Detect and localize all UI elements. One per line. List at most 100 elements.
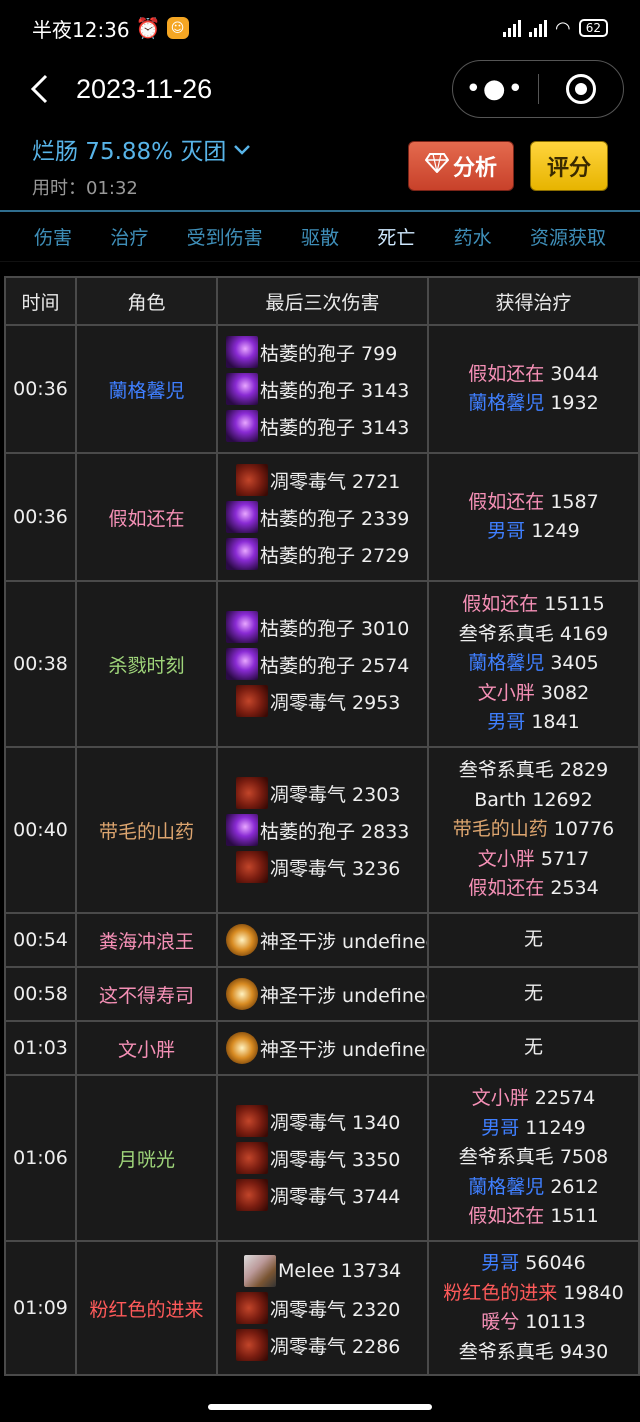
damage-entry: 枯萎的孢子 2339 [226,499,426,536]
heals-cell: 男哥 56046 粉红色的进来 19840 暖兮 10113 叁爷系真毛 9430 [427,1240,640,1376]
damage-text: Melee 13734 [278,1260,402,1282]
fight-duration: 用时：01:32 [32,174,250,200]
column-header-heals: 获得治疗 [427,276,640,326]
damage-entry: 凋零毒气 2303 [226,775,426,812]
healer-name: 男哥 [481,1116,520,1139]
damage-text: 凋零毒气 3744 [270,1185,401,1208]
poison-icon [236,1142,268,1174]
table-row[interactable]: 00:54 粪海冲浪王 神圣干涉 undefined 无 [4,912,640,968]
role-name[interactable]: 假如还在 [75,452,218,582]
heal-value: 3405 [550,652,599,675]
healer-name: 叁爷系真毛 [458,1146,554,1169]
heal-value: 2534 [550,877,599,900]
table-row[interactable]: 00:58 这不得寿司 神圣干涉 undefined 无 [4,966,640,1022]
no-heals-text: 无 [523,1036,543,1059]
role-name[interactable]: 这不得寿司 [75,966,218,1022]
role-name[interactable]: 粪海冲浪王 [75,912,218,968]
last-damage-cell: 神圣干涉 undefined [216,1020,429,1076]
role-name[interactable]: 粉红色的进来 [75,1240,218,1376]
healer-name: 假如还在 [468,1205,545,1228]
tab-healing[interactable]: 治疗 [110,223,148,250]
last-damage-cell: 凋零毒气 2721 枯萎的孢子 2339 枯萎的孢子 2729 [216,452,429,582]
fight-title: 烂肠 75.88% 灭团 [32,139,227,165]
holy-icon [226,978,258,1010]
spore-icon [226,611,258,643]
alarm-clock-icon: ⏰ [135,16,161,40]
nav-bar: 2023-11-26 •●• [0,56,640,122]
healer-name: 文小胖 [477,847,535,870]
tab-damage-taken[interactable]: 受到伤害 [187,223,263,250]
duration-value: 01:32 [86,178,138,199]
heals-cell: 假如还在 15115 叁爷系真毛 4169 蘭格馨児 3405 文小胖 3082 男哥 … [427,580,640,748]
healer-name: 叁爷系真毛 [458,1340,554,1363]
damage-entry: 枯萎的孢子 3143 [226,408,426,445]
poison-icon [236,851,268,883]
death-time: 01:09 [4,1240,77,1376]
tab-bar: 伤害 治疗 受到伤害 驱散 死亡 药水 资源获取 [0,212,640,262]
role-name[interactable]: 杀戮时刻 [75,580,218,748]
duration-label: 用时： [32,178,86,199]
heal-entry: 假如还在 2534 [429,874,638,904]
damage-text: 枯萎的孢子 3010 [260,617,410,640]
heal-entry: 假如还在 3044 [429,360,638,390]
damage-entry: 凋零毒气 2953 [226,683,426,720]
tab-potions[interactable]: 药水 [454,223,492,250]
heal-value: 2612 [550,1175,599,1198]
death-time: 00:36 [4,324,77,454]
role-name[interactable]: 月咣光 [75,1074,218,1242]
healer-name: Barth [474,788,527,811]
back-arrow-icon[interactable] [24,69,54,109]
role-name[interactable]: 文小胖 [75,1020,218,1076]
heal-value: 22574 [534,1087,596,1110]
table-row[interactable]: 00:38 杀戮时刻 枯萎的孢子 3010 枯萎的孢子 2574 凋零毒气 2953 假如… [4,580,640,748]
no-heals-text: 无 [523,982,543,1005]
table-row[interactable]: 01:06 月咣光 凋零毒气 1340 凋零毒气 3350 凋零毒气 3744 文小胖 2… [4,1074,640,1242]
spore-icon [226,538,258,570]
column-header-last-damage: 最后三次伤害 [216,276,429,326]
tab-damage[interactable]: 伤害 [34,223,72,250]
heal-entry: 文小胖 22574 [429,1084,638,1114]
damage-entry: 凋零毒气 2320 [226,1290,426,1327]
spore-icon [226,410,258,442]
damage-entry: 凋零毒气 2721 [226,462,426,499]
death-time: 00:40 [4,746,77,914]
last-damage-cell: 凋零毒气 1340 凋零毒气 3350 凋零毒气 3744 [216,1074,429,1242]
heal-value: 10113 [525,1311,586,1333]
heal-entry: 假如还在 15115 [429,590,638,620]
role-name[interactable]: 带毛的山药 [75,746,218,914]
last-damage-cell: 神圣干涉 undefined [216,966,429,1022]
heals-cell: 假如还在 3044 蘭格馨児 1932 [427,324,640,454]
rate-button[interactable]: 评分 [530,141,608,191]
more-icon[interactable]: •●• [453,74,538,104]
role-name[interactable]: 蘭格馨児 [75,324,218,454]
analyze-button[interactable]: 分析 [408,141,514,191]
heal-value: 10776 [553,818,615,841]
column-header-role: 角色 [75,276,218,326]
status-left: 半夜12:36 ⏰ ☺ [32,14,189,43]
table-row[interactable]: 01:09 粉红色的进来 Melee 13734 凋零毒气 2320 凋零毒气 2286… [4,1240,640,1376]
tab-dispel[interactable]: 驱散 [301,223,339,250]
damage-entry: 枯萎的孢子 799 [226,334,426,371]
tab-deaths[interactable]: 死亡 [377,223,415,250]
heals-cell: 无 [427,966,640,1022]
heal-entry: 假如还在 1587 [429,488,638,518]
spore-icon [226,373,258,405]
close-target-icon[interactable] [539,74,624,104]
heal-value: 1841 [531,711,580,734]
table-row[interactable]: 00:36 蘭格馨児 枯萎的孢子 799 枯萎的孢子 3143 枯萎的孢子 3143 假如… [4,324,640,454]
clock-text: 半夜12:36 [32,17,130,42]
fight-selector[interactable]: 烂肠 75.88% 灭团 [32,132,251,166]
heal-value: 1932 [550,392,599,414]
holy-icon [226,1032,258,1064]
fight-info: 烂肠 75.88% 灭团 用时：01:32 [32,132,251,200]
table-row[interactable]: 00:40 带毛的山药 凋零毒气 2303 枯萎的孢子 2833 凋零毒气 3236 叁爷… [4,746,640,914]
damage-entry: 枯萎的孢子 2729 [226,536,426,573]
healer-name: 暖兮 [481,1311,520,1333]
deaths-table-container: 时间 角色 最后三次伤害 获得治疗 00:36 蘭格馨児 枯萎的孢子 799 枯萎的孢… [4,276,640,1376]
table-row[interactable]: 00:36 假如还在 凋零毒气 2721 枯萎的孢子 2339 枯萎的孢子 2729 假如… [4,452,640,582]
tab-resources[interactable]: 资源获取 [530,223,606,250]
table-row[interactable]: 01:03 文小胖 神圣干涉 undefined 无 [4,1020,640,1076]
healer-name: 蘭格馨児 [468,652,545,675]
damage-text: 神圣干涉 undefined [260,930,428,953]
deaths-table: 时间 角色 最后三次伤害 获得治疗 00:36 蘭格馨児 枯萎的孢子 799 枯萎的孢… [4,276,640,1376]
